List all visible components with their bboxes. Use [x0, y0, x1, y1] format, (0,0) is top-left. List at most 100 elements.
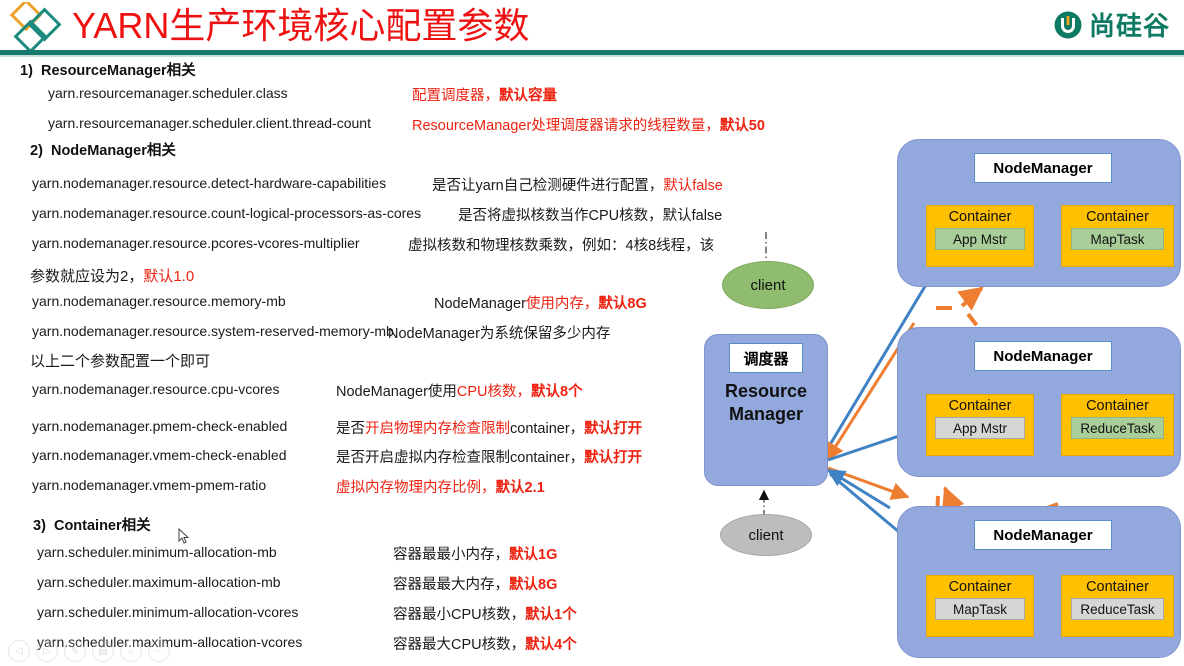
rm-line-2: Manager [728, 404, 803, 424]
desc-part: 默认1G [509, 547, 558, 563]
param-desc: 虚拟核数和物理核数乘数，例如：4核8线程，该 [408, 234, 714, 255]
desc-part: 虚拟内存物理内存比例， [336, 480, 496, 496]
yarn-architecture-diagram: NodeManager Container App Mstr Container… [700, 56, 1184, 666]
desc-part: 默认1个 [525, 607, 577, 623]
container-title: Container [948, 209, 1012, 225]
desc-part: 是否开启虚拟内存检查限制container， [336, 450, 585, 466]
param-desc: NodeManager使用内存，默认8G [434, 292, 647, 313]
desc-part: NodeManager为系统保留多少内存 [388, 326, 611, 342]
resource-manager-box: 调度器 Resource Manager [704, 334, 828, 486]
note-default: 默认1.0 [143, 268, 195, 285]
desc-part: 默认8G [598, 296, 647, 312]
page-title: YARN生产环境核心配置参数 [72, 5, 530, 46]
note-text: 参数就应设为2， [30, 268, 144, 285]
section-number: 3) [33, 518, 46, 534]
section-name: Container相关 [53, 518, 151, 534]
param-key: yarn.nodemanager.resource.detect-hardwar… [32, 175, 387, 191]
desc-part: 默认8个 [531, 384, 583, 400]
pen-icon[interactable]: ✎ [64, 640, 86, 662]
task-app-mstr: App Mstr [935, 417, 1025, 439]
slide-canvas: YARN生产环境核心配置参数 尚硅谷 1) ResourceManager相关 … [0, 0, 1184, 666]
section-heading-container: 3) Container相关 [33, 514, 151, 535]
container-box: Container MapTask [1061, 205, 1174, 267]
desc-part: 容器最最小内存， [393, 547, 509, 563]
desc-part: 默认容量 [499, 88, 557, 104]
task-app-mstr: App Mstr [935, 228, 1025, 250]
container-box: Container MapTask [926, 575, 1034, 637]
desc-part: 容器最大CPU核数， [393, 637, 526, 653]
container-box: Container App Mstr [926, 394, 1034, 456]
desc-part: ResourceManager处理调度器请求的线程数量， [412, 118, 720, 134]
param-key: yarn.scheduler.minimum-allocation-vcores [37, 604, 299, 620]
desc-part: 容器最最大内存， [393, 577, 509, 593]
param-key: yarn.nodemanager.resource.cpu-vcores [32, 381, 280, 397]
section-heading-resourcemanager: 1) ResourceManager相关 [20, 59, 196, 80]
nodemanager-group-2: NodeManager Container App Mstr Container… [897, 327, 1181, 477]
next-arrow-icon[interactable]: ▷ [36, 640, 58, 662]
nodemanager-label: NodeManager [974, 153, 1112, 183]
atguigu-u-logo-icon [1053, 10, 1083, 40]
slides-grid-icon[interactable]: ▤ [92, 640, 114, 662]
desc-part: container， [510, 421, 585, 437]
param-desc: 是否让yarn自己检测硬件进行配置，默认false [432, 174, 723, 195]
desc-part: 是否将虚拟核数当作CPU核数，默认false [458, 208, 723, 224]
param-key: yarn.nodemanager.pmem-check-enabled [32, 418, 288, 434]
param-key: yarn.resourcemanager.scheduler.class [48, 85, 288, 101]
diamond-cluster-icon [6, 0, 66, 54]
container-title: Container [948, 398, 1012, 414]
memory-config-note: 以上二个参数配置一个即可 [30, 353, 211, 370]
param-key: yarn.nodemanager.resource.memory-mb [32, 293, 286, 309]
param-desc: 容器最最小内存，默认1G [393, 543, 557, 564]
param-desc: 虚拟内存物理内存比例，默认2.1 [336, 476, 545, 497]
param-desc: 是否开启物理内存检查限制container，默认打开 [336, 417, 642, 438]
desc-part: 默认打开 [584, 421, 643, 437]
desc-part: 默认打开 [584, 450, 643, 466]
desc-part: 是否 [336, 421, 365, 437]
section-heading-nodemanager: 2) NodeManager相关 [30, 139, 176, 160]
param-key: yarn.nodemanager.resource.count-logical-… [32, 205, 422, 221]
task-reducetask: ReduceTask [1070, 598, 1165, 620]
param-desc: 是否开启虚拟内存检查限制container，默认打开 [336, 446, 642, 467]
nodemanager-label: NodeManager [974, 341, 1112, 371]
task-maptask: MapTask [935, 598, 1025, 620]
section-name: NodeManager相关 [50, 143, 176, 159]
magnifier-icon[interactable]: ⌕ [120, 640, 142, 662]
prev-arrow-icon[interactable]: ◁ [8, 640, 30, 662]
param-key: yarn.resourcemanager.scheduler.client.th… [48, 115, 371, 131]
section-number: 1) [20, 63, 33, 79]
config-parameter-list: 1) ResourceManager相关 yarn.resourcemanage… [0, 56, 765, 666]
desc-part: 默认4个 [525, 637, 577, 653]
rm-line-1: Resource [724, 381, 808, 401]
container-title: Container [1086, 579, 1149, 595]
client-node-top: client [722, 261, 814, 309]
param-desc: NodeManager为系统保留多少内存 [388, 322, 610, 343]
param-key: yarn.scheduler.maximum-allocation-mb [37, 574, 281, 590]
desc-part: 开启物理内存检查限制 [365, 421, 510, 437]
desc-part: 虚拟核数和物理核数乘数，例如：4核8线程，该 [408, 238, 715, 254]
nodemanager-group-1: NodeManager Container App Mstr Container… [897, 139, 1181, 287]
desc-part: NodeManager [434, 296, 526, 312]
task-reducetask: ReduceTask [1070, 417, 1165, 439]
param-key: yarn.nodemanager.vmem-pmem-ratio [32, 477, 267, 493]
nodemanager-label: NodeManager [974, 520, 1112, 550]
param-desc: 容器最最大内存，默认8G [393, 573, 557, 594]
container-title: Container [1086, 398, 1149, 414]
desc-part: 默认8G [509, 577, 558, 593]
container-box: Container ReduceTask [1061, 394, 1174, 456]
param-key: yarn.scheduler.minimum-allocation-mb [37, 544, 277, 560]
param-key: yarn.nodemanager.vmem-check-enabled [32, 447, 287, 463]
nodemanager-group-3: NodeManager Container MapTask Container … [897, 506, 1181, 658]
param-desc: 是否将虚拟核数当作CPU核数，默认false [458, 204, 722, 225]
param-desc: 配置调度器，默认容量 [412, 84, 557, 105]
presentation-toolbar[interactable]: ◁ ▷ ✎ ▤ ⌕ ⋯ [8, 640, 170, 662]
param-key: yarn.nodemanager.resource.system-reserve… [32, 323, 394, 339]
section-name: ResourceManager相关 [40, 63, 196, 79]
pcores-continuation-note: 参数就应设为2，默认1.0 [30, 265, 194, 286]
resource-manager-title: Resource Manager [725, 380, 807, 426]
more-options-icon[interactable]: ⋯ [148, 640, 170, 662]
param-key: yarn.nodemanager.resource.pcores-vcores-… [32, 235, 360, 251]
container-title: Container [1086, 209, 1149, 225]
container-box: Container App Mstr [926, 205, 1034, 267]
desc-part: 使用内存， [525, 296, 599, 312]
desc-part: 默认2.1 [495, 480, 545, 496]
